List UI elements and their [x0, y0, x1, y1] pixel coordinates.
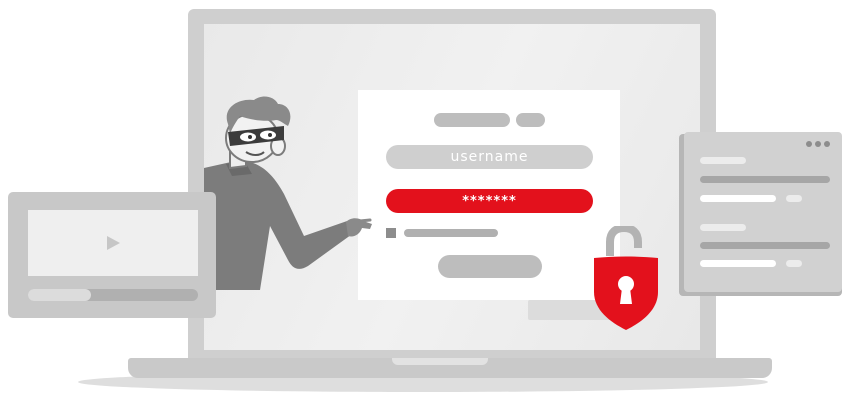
username-placeholder: username [450, 149, 529, 165]
window-tag-placeholder [786, 260, 802, 267]
window-controls-icon[interactable] [824, 141, 830, 147]
window-tag-placeholder [786, 195, 802, 202]
window-controls-icon[interactable] [815, 141, 821, 147]
password-field[interactable]: ******* [386, 189, 593, 213]
username-field[interactable]: username [386, 145, 593, 169]
login-button[interactable] [438, 255, 542, 278]
password-mask: ******* [462, 193, 517, 209]
window-line-placeholder [700, 260, 776, 267]
hacker-body [204, 160, 355, 290]
window-line-placeholder [700, 242, 830, 249]
padlock-shackle [606, 226, 642, 256]
login-title-placeholder [434, 113, 510, 127]
login-subtitle-placeholder [516, 113, 545, 127]
hacker-figure [204, 96, 372, 290]
laptop-notch [392, 358, 488, 365]
window-heading-placeholder [700, 224, 746, 231]
play-icon[interactable] [105, 235, 121, 251]
remember-checkbox[interactable] [386, 228, 396, 238]
remember-label-placeholder [404, 229, 498, 237]
browser-window-card [684, 132, 842, 292]
window-controls-icon[interactable] [806, 141, 812, 147]
window-line-placeholder [700, 195, 776, 202]
window-heading-placeholder [700, 157, 746, 164]
window-line-placeholder [700, 176, 830, 183]
video-progress-fill [28, 289, 91, 301]
unlocked-padlock-icon [594, 226, 658, 330]
